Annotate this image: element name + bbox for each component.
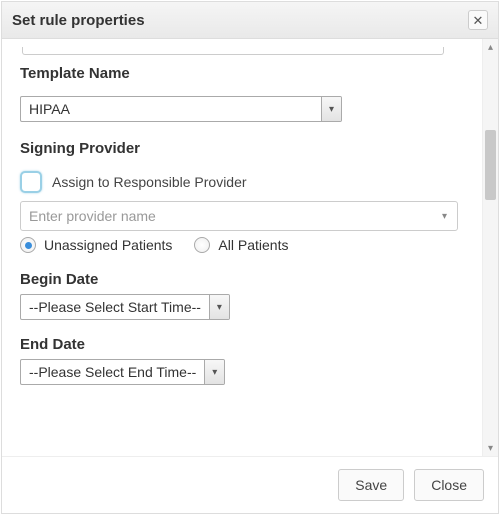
close-icon: ✕ <box>473 14 484 27</box>
provider-name-input[interactable]: Enter provider name ▾ <box>20 201 458 231</box>
radio-unassigned-patients[interactable]: Unassigned Patients <box>20 237 172 253</box>
dialog-body: Template Name HIPAA ▾ Signing Provider A… <box>2 39 498 456</box>
signing-provider-label: Signing Provider <box>20 140 464 157</box>
assign-responsible-checkbox[interactable] <box>20 171 42 193</box>
template-name-value: HIPAA <box>21 97 321 121</box>
template-name-select[interactable]: HIPAA ▾ <box>20 96 342 122</box>
dialog-title: Set rule properties <box>12 12 145 29</box>
vertical-scrollbar[interactable]: ▴ ▾ <box>482 39 498 456</box>
scroll-down-arrow-icon[interactable]: ▾ <box>483 440 498 456</box>
save-button[interactable]: Save <box>338 469 404 501</box>
assign-responsible-label: Assign to Responsible Provider <box>52 174 247 190</box>
end-date-select[interactable]: --Please Select End Time-- ▾ <box>20 359 225 385</box>
chevron-down-icon[interactable]: ▾ <box>204 360 224 384</box>
dialog-footer: Save Close <box>2 456 498 513</box>
scroll-thumb[interactable] <box>485 130 496 200</box>
scroll-up-arrow-icon[interactable]: ▴ <box>483 39 498 55</box>
provider-name-placeholder: Enter provider name <box>29 208 156 224</box>
close-button[interactable]: Close <box>414 469 484 501</box>
begin-date-select[interactable]: --Please Select Start Time-- ▾ <box>20 294 230 320</box>
chevron-down-icon[interactable]: ▾ <box>209 295 229 319</box>
radio-icon <box>194 237 210 253</box>
radio-label: All Patients <box>218 237 288 253</box>
begin-date-value: --Please Select Start Time-- <box>21 295 209 319</box>
begin-date-label: Begin Date <box>20 271 464 288</box>
radio-all-patients[interactable]: All Patients <box>194 237 288 253</box>
chevron-down-icon[interactable]: ▾ <box>442 211 447 222</box>
rule-properties-dialog: Set rule properties ✕ Template Name HIPA… <box>1 1 499 514</box>
dialog-close-button[interactable]: ✕ <box>468 10 488 30</box>
radio-icon <box>20 237 36 253</box>
end-date-label: End Date <box>20 336 464 353</box>
chevron-down-icon[interactable]: ▾ <box>321 97 341 121</box>
radio-label: Unassigned Patients <box>44 237 172 253</box>
dialog-content: Template Name HIPAA ▾ Signing Provider A… <box>2 39 482 456</box>
template-name-label: Template Name <box>20 65 464 82</box>
dialog-titlebar: Set rule properties ✕ <box>2 2 498 39</box>
scroll-track[interactable] <box>483 55 498 440</box>
assign-responsible-row: Assign to Responsible Provider <box>20 171 464 193</box>
patient-scope-group: Unassigned Patients All Patients <box>20 237 464 253</box>
end-date-value: --Please Select End Time-- <box>21 360 204 384</box>
previous-field-edge <box>22 47 444 55</box>
